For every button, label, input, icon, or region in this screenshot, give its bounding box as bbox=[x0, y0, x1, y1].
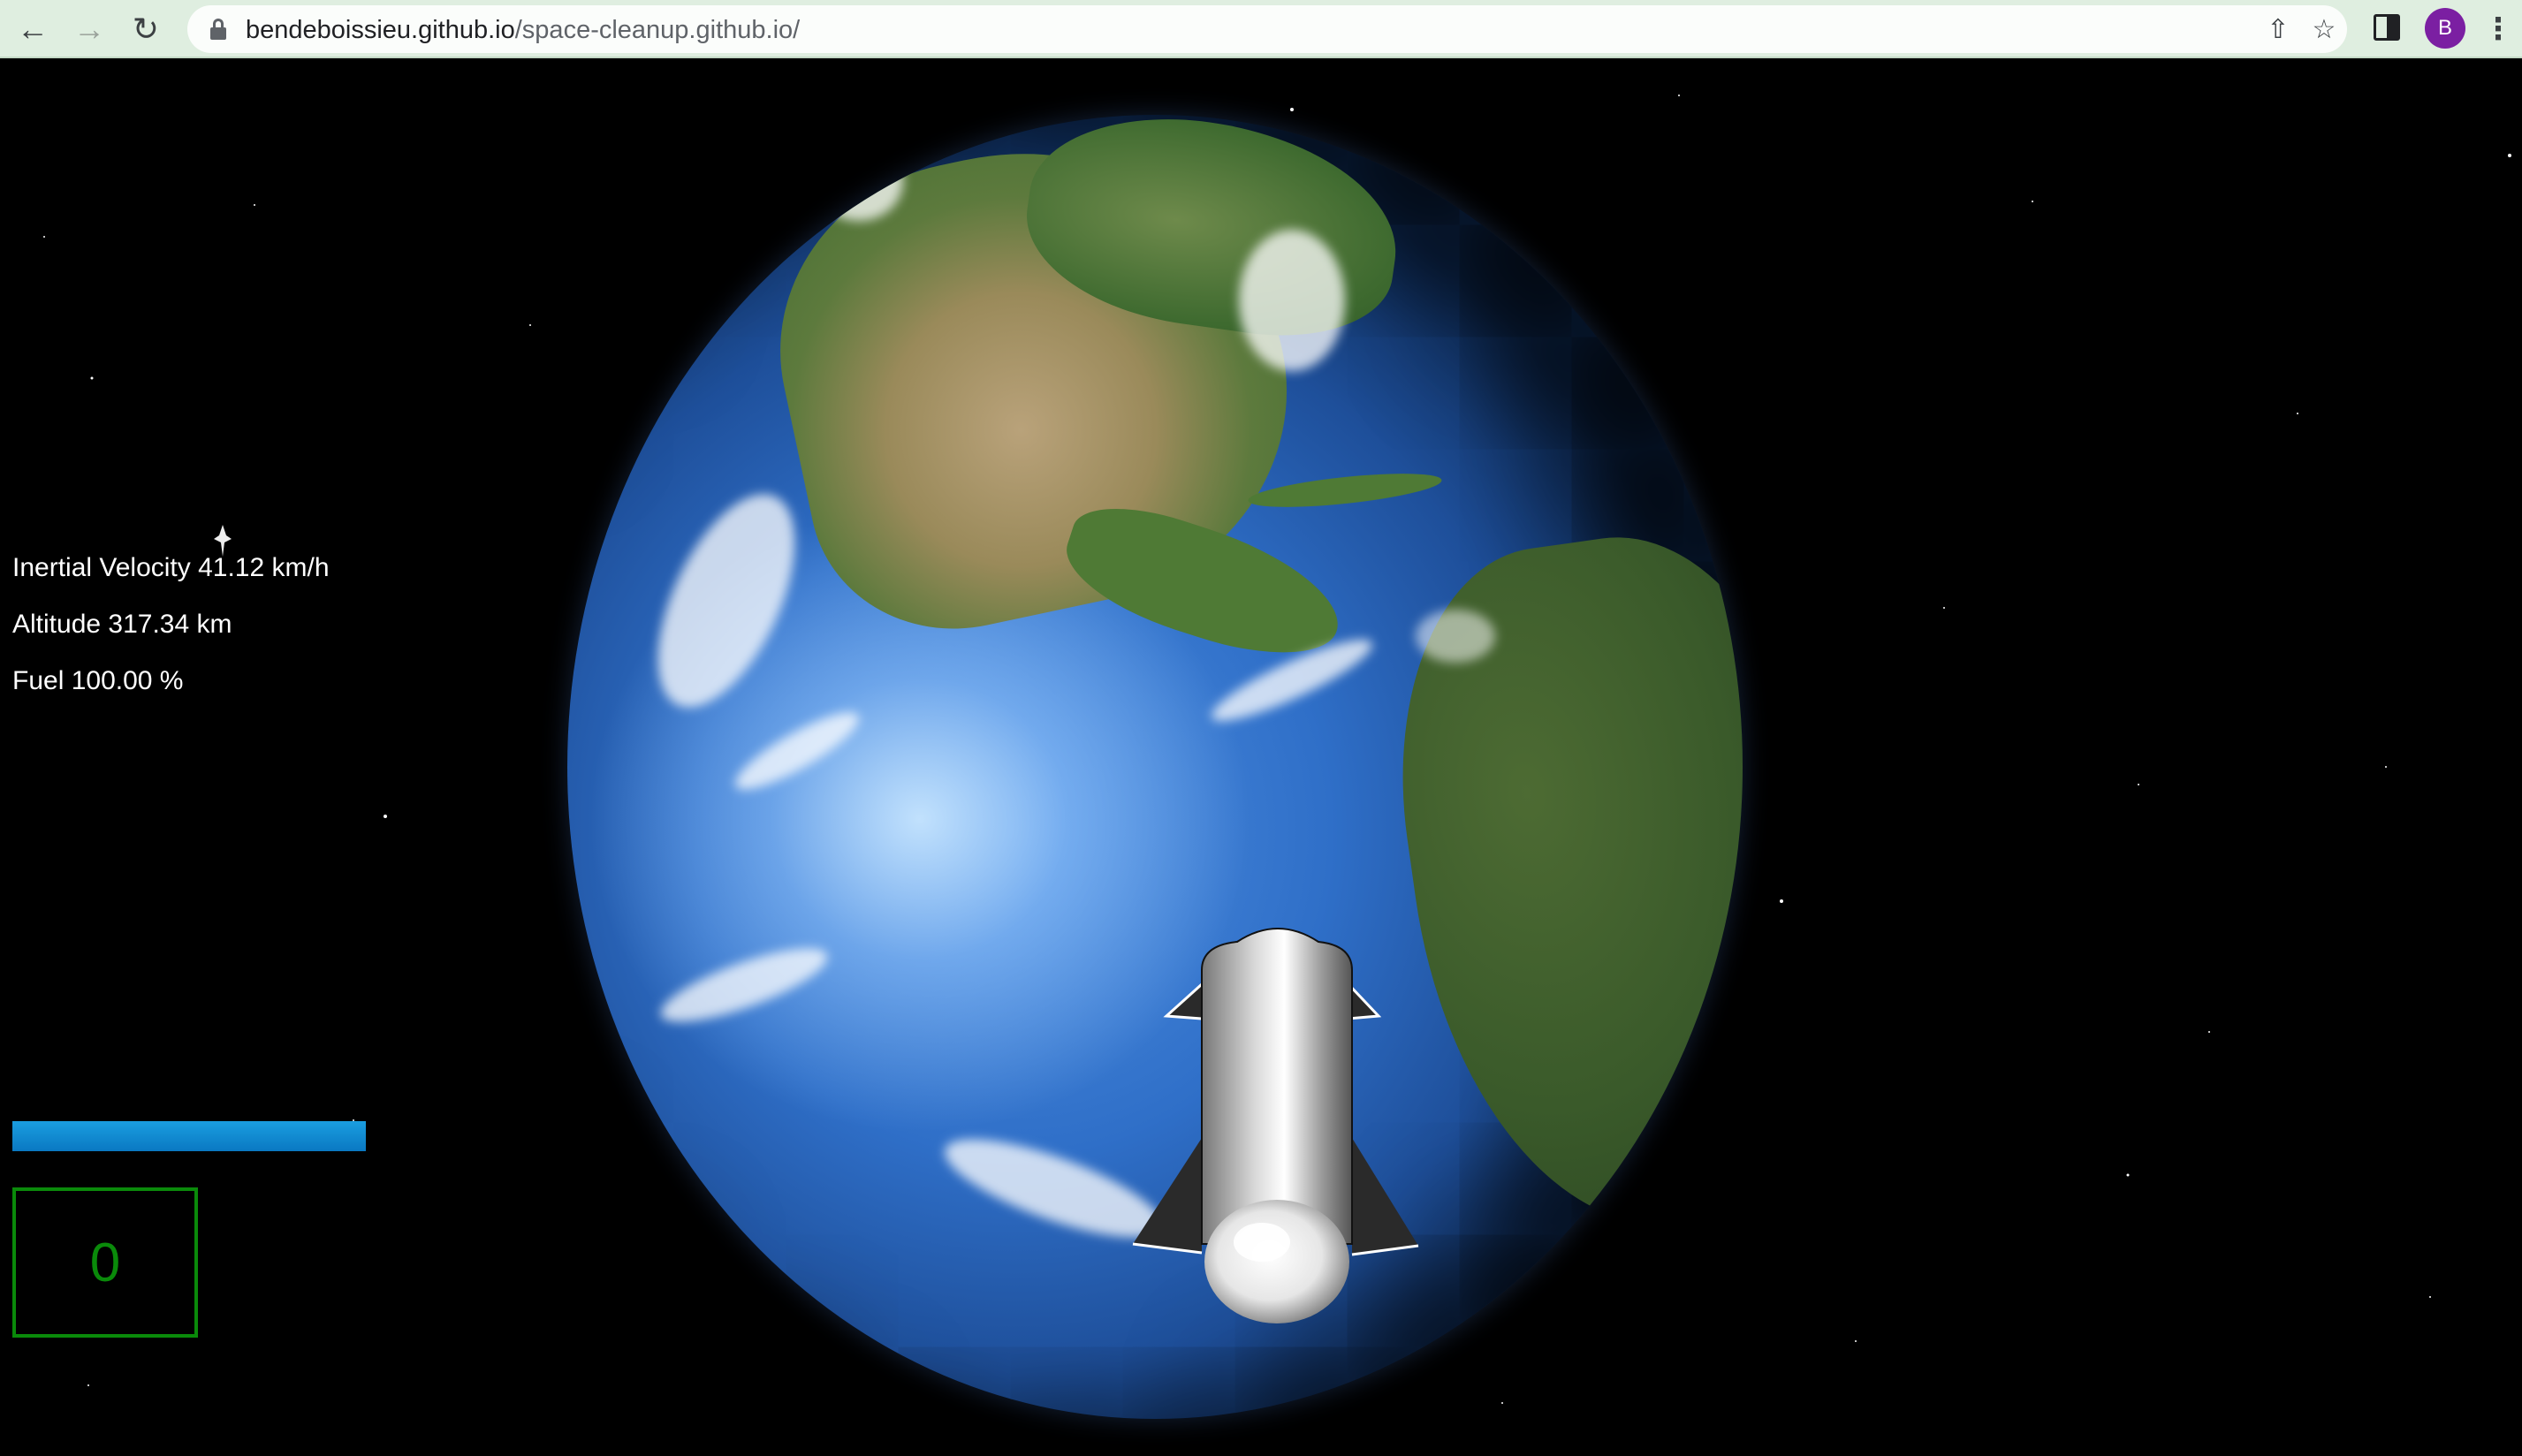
star-icon[interactable]: ☆ bbox=[2306, 11, 2343, 48]
inertial-velocity-readout: Inertial Velocity 41.12 km/h bbox=[12, 553, 330, 582]
back-arrow-icon[interactable]: ← bbox=[11, 7, 55, 51]
url-path: /space-cleanup.github.io/ bbox=[514, 16, 801, 44]
profile-avatar[interactable]: B bbox=[2425, 8, 2465, 49]
forward-arrow-icon[interactable]: → bbox=[67, 7, 111, 51]
score-value: 0 bbox=[89, 1232, 121, 1293]
url-host: bendeboissieu.github.io bbox=[246, 16, 515, 44]
fuel-readout: Fuel 100.00 % bbox=[12, 666, 184, 695]
side-panel-icon[interactable] bbox=[2374, 14, 2400, 41]
reload-icon[interactable]: ↻ bbox=[124, 7, 168, 51]
kebab-menu-icon[interactable]: ⋮ bbox=[2483, 7, 2513, 51]
url-text[interactable]: bendeboissieu.github.io/space-cleanup.gi… bbox=[246, 16, 800, 45]
fuel-gauge-fill bbox=[12, 1121, 366, 1151]
fuel-gauge bbox=[12, 1121, 366, 1151]
starship-rocket bbox=[1132, 928, 1419, 1323]
score-counter: 0 bbox=[12, 1187, 198, 1338]
game-canvas[interactable]: Inertial Velocity 41.12 km/h Altitude 31… bbox=[0, 60, 2522, 1456]
lock-icon[interactable] bbox=[210, 19, 226, 40]
address-bar[interactable]: bendeboissieu.github.io/space-cleanup.gi… bbox=[187, 5, 2347, 53]
share-icon[interactable]: ⇧ bbox=[2260, 11, 2297, 48]
browser-toolbar: ← → ↻ bendeboissieu.github.io/space-clea… bbox=[0, 0, 2522, 58]
altitude-readout: Altitude 317.34 km bbox=[12, 610, 232, 639]
